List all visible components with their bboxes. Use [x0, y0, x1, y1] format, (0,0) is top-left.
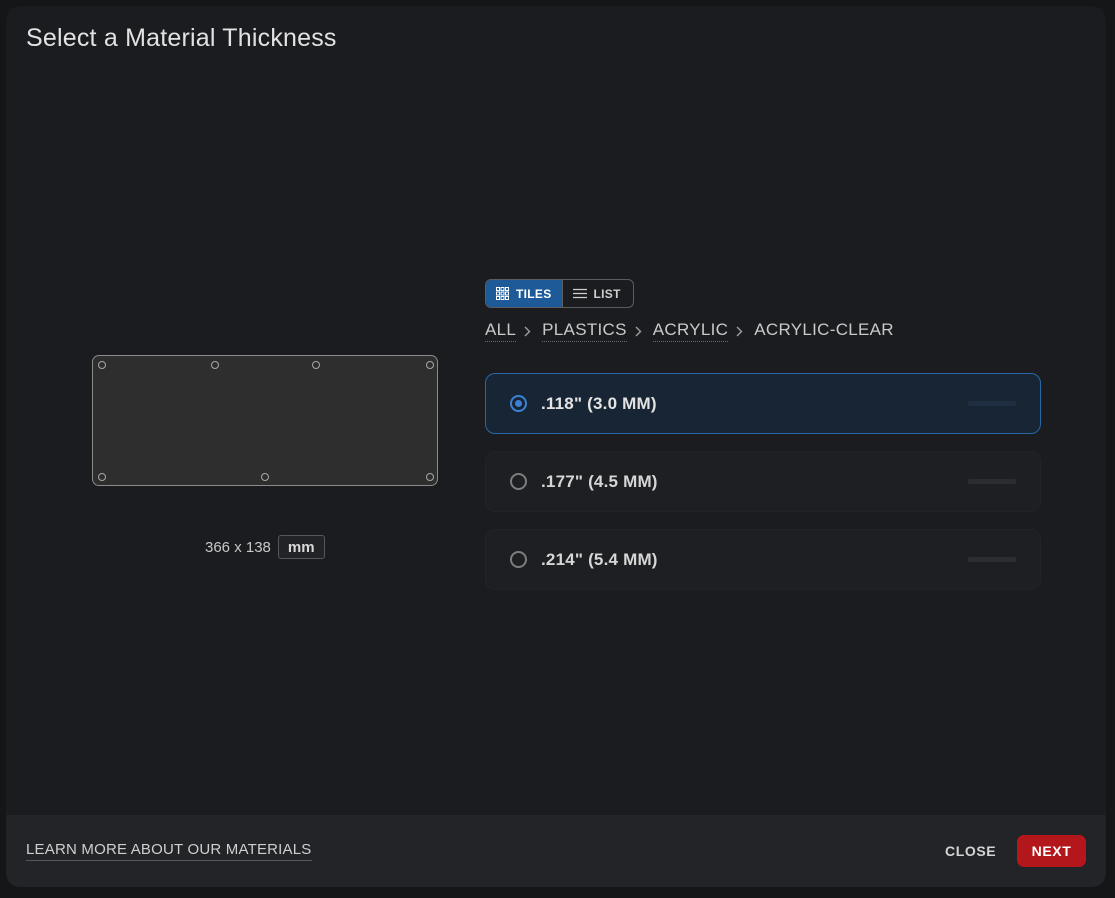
material-swatch	[968, 401, 1016, 406]
next-button[interactable]: NEXT	[1017, 835, 1086, 867]
dimensions-text: 366 x 138	[205, 538, 271, 556]
view-toggle: TILES LIST	[485, 279, 634, 308]
close-button[interactable]: CLOSE	[945, 843, 996, 859]
mounting-hole	[98, 361, 106, 369]
list-icon	[572, 288, 587, 299]
thickness-option[interactable]: .118" (3.0 MM)	[485, 373, 1041, 434]
chevron-right-icon	[524, 326, 531, 337]
unit-toggle-button[interactable]: mm	[277, 535, 325, 559]
breadcrumb-acrylic[interactable]: ACRYLIC	[652, 320, 729, 342]
breadcrumb-plastics[interactable]: PLASTICS	[542, 320, 627, 342]
list-view-button[interactable]: LIST	[563, 280, 631, 307]
chevron-right-icon	[736, 326, 743, 337]
thickness-label: .214" (5.4 MM)	[541, 549, 658, 569]
mounting-hole	[261, 473, 269, 481]
mounting-hole	[211, 361, 219, 369]
thickness-label: .177" (4.5 MM)	[541, 471, 658, 491]
thickness-option[interactable]: .177" (4.5 MM)	[485, 451, 1041, 512]
radio-button[interactable]	[510, 473, 527, 490]
radio-button[interactable]	[510, 551, 527, 568]
list-label: LIST	[593, 286, 621, 301]
radio-button-selected[interactable]	[510, 395, 527, 412]
thickness-label: .118" (3.0 MM)	[541, 393, 657, 413]
part-preview	[92, 355, 438, 486]
mounting-hole	[312, 361, 320, 369]
material-swatch	[968, 557, 1016, 562]
material-thickness-dialog: Select a Material Thickness 366 x 138 mm	[6, 6, 1106, 887]
thickness-option[interactable]: .214" (5.4 MM)	[485, 529, 1041, 590]
grid-icon	[496, 287, 509, 300]
chevron-right-icon	[635, 326, 642, 337]
learn-more-link[interactable]: LEARN MORE ABOUT OUR MATERIALS	[26, 841, 312, 861]
breadcrumb: ALL PLASTICS ACRYLIC ACRYLIC-CLEAR	[485, 320, 894, 342]
breadcrumb-all[interactable]: ALL	[485, 320, 517, 342]
mounting-hole	[98, 473, 106, 481]
dialog-title: Select a Material Thickness	[26, 24, 337, 52]
tiles-label: TILES	[516, 286, 552, 301]
breadcrumb-current: ACRYLIC-CLEAR	[754, 320, 894, 339]
part-dimensions: 366 x 138 mm	[205, 535, 325, 559]
mounting-hole	[426, 361, 434, 369]
material-swatch	[968, 479, 1016, 484]
tiles-view-button[interactable]: TILES	[486, 280, 563, 307]
mounting-hole	[426, 473, 434, 481]
dialog-footer: LEARN MORE ABOUT OUR MATERIALS CLOSE NEX…	[6, 815, 1106, 887]
